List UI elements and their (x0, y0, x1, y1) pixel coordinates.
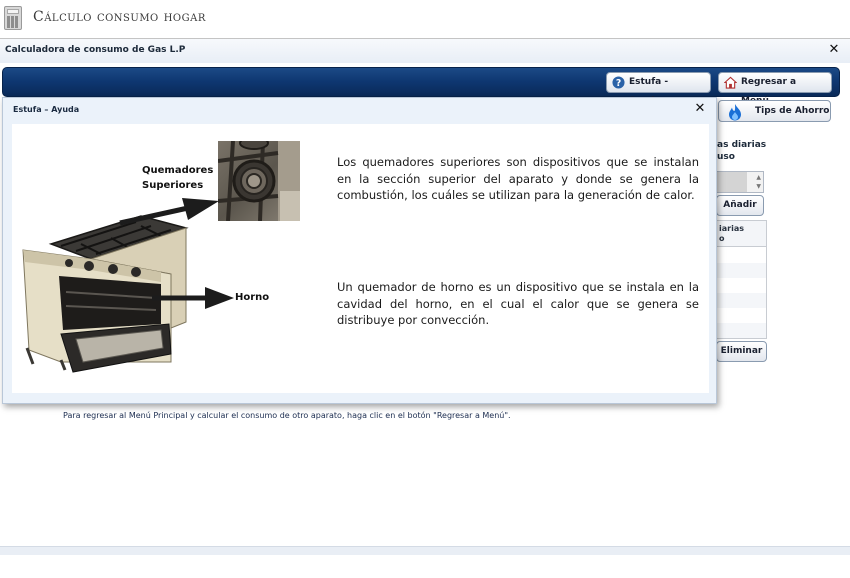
flame-icon (729, 104, 741, 121)
dialog-content: Quemadores Superiores Horno Los quemador… (12, 124, 709, 393)
spinner-up-icon[interactable]: ▲ (756, 174, 761, 181)
savings-tips-button[interactable]: Tips de Ahorro (718, 100, 831, 122)
savings-tips-label: Tips de Ahorro (755, 106, 830, 116)
oven-label: Horno (235, 292, 270, 303)
hours-spinner[interactable]: ▲ ▼ (716, 171, 764, 193)
window-close-button[interactable]: ✕ (827, 43, 841, 57)
window-title: Calculadora de consumo de Gas L.P (5, 45, 186, 55)
table-row[interactable] (717, 278, 766, 293)
stove-help-button[interactable]: ? Estufa - Ayuda (606, 72, 711, 106)
grid-header: iarias o (717, 221, 766, 247)
add-button[interactable]: Añadir (716, 195, 764, 216)
table-row[interactable] (717, 293, 766, 308)
table-row[interactable] (717, 248, 766, 263)
table-row[interactable] (717, 263, 766, 278)
delete-button[interactable]: Eliminar (716, 341, 767, 362)
app-header: Cálculo consumo hogar (0, 0, 850, 38)
arrow-to-oven-icon (205, 287, 234, 309)
oven-description: Un quemador de horno es un dispositivo q… (337, 280, 699, 327)
burners-description: Los quemadores superiores son dispositiv… (337, 155, 699, 202)
spinner-down-icon[interactable]: ▼ (756, 183, 761, 190)
stove-illustration (22, 215, 189, 373)
svg-text:?: ? (616, 78, 621, 89)
burners-label: Quemadores Superiores (142, 165, 214, 191)
window-titlebar: Calculadora de consumo de Gas L.P ✕ (0, 39, 850, 63)
toolbar: ? Estufa - Ayuda Regresar a Menú (2, 67, 840, 106)
dialog-close-button[interactable]: ✕ (693, 102, 707, 116)
footnote-text: Para regresar al Menú Principal y calcul… (63, 411, 511, 420)
table-row[interactable] (717, 323, 766, 338)
dialog-title: Estufa – Ayuda (13, 105, 80, 114)
app-title: Cálculo consumo hogar (33, 9, 206, 25)
help-icon: ? (612, 76, 625, 89)
home-icon (724, 76, 737, 89)
calculator-icon (4, 6, 22, 30)
window-bottom-strip (0, 546, 850, 555)
stove-help-dialog: Estufa – Ayuda ✕ Quemadores Superiores H… (2, 97, 717, 404)
daily-use-label: as diarias uso (717, 140, 767, 162)
burner-photo (218, 141, 300, 221)
usage-grid: iarias o (716, 220, 767, 339)
back-to-menu-button[interactable]: Regresar a Menú (718, 72, 832, 106)
table-row[interactable] (717, 308, 766, 323)
